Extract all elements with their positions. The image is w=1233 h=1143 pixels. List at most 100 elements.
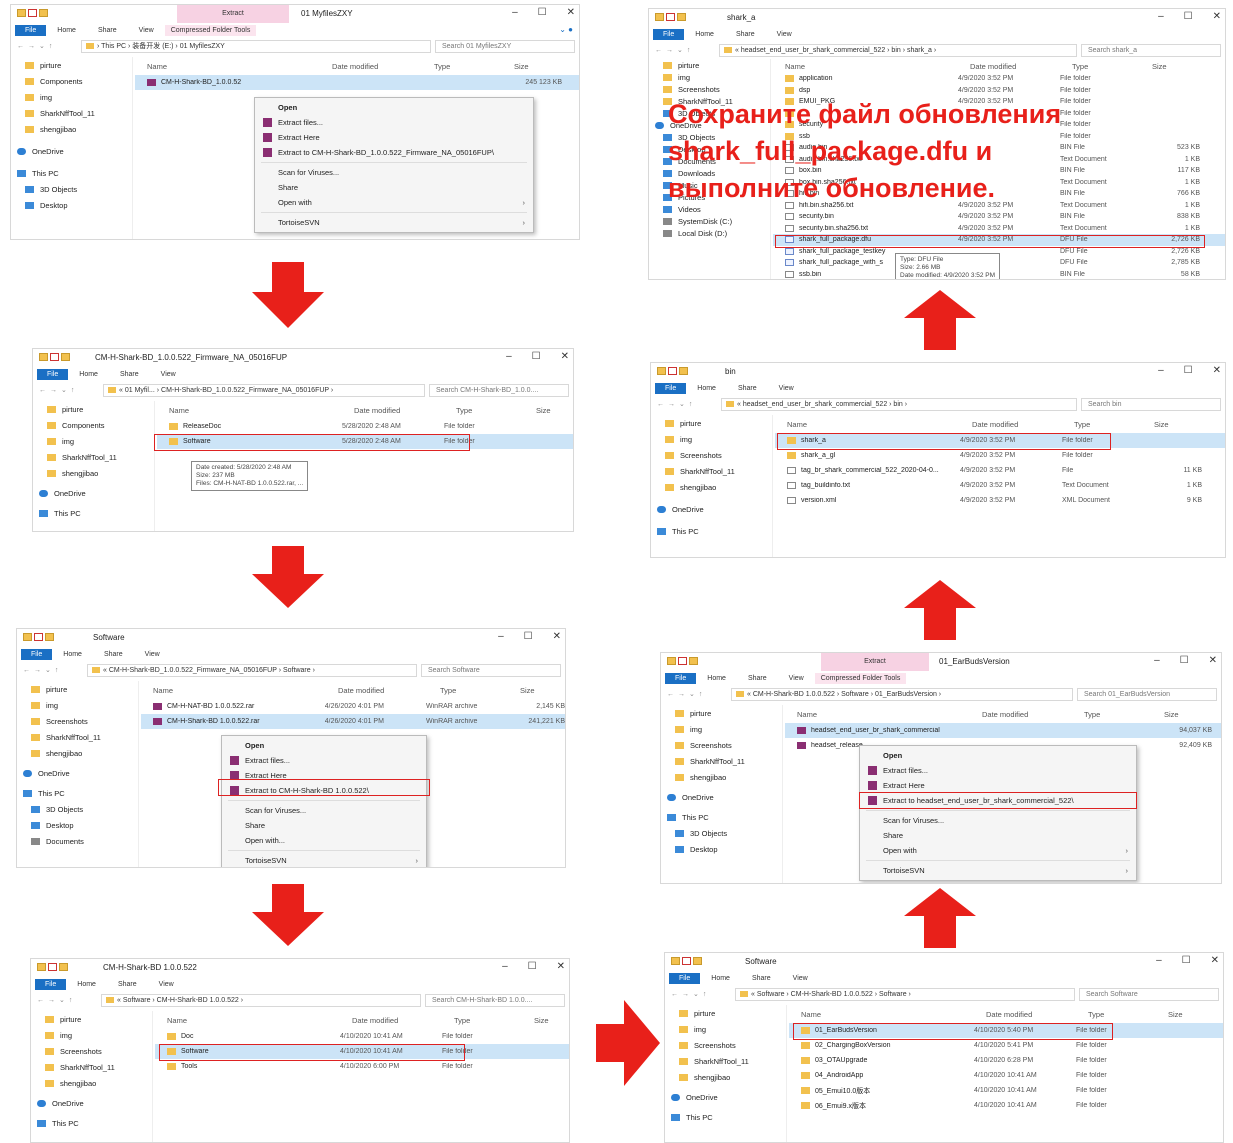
nav-arrows[interactable]: ←→⌄↑	[649, 46, 719, 54]
file-row[interactable]: shark_a 4/9/2020 3:52 PM File folder	[775, 433, 1225, 448]
file-row[interactable]: Software 4/10/2020 10:41 AM File folder	[155, 1044, 569, 1059]
address-bar[interactable]: « Software › CM-H-Shark-BD 1.0.0.522 ›	[101, 993, 421, 1007]
col-name[interactable]: Name	[789, 1010, 974, 1019]
nav-item[interactable]: Screenshots	[661, 737, 782, 753]
col-date[interactable]: Date modified	[974, 1010, 1076, 1019]
nav-item[interactable]: SharkNffTool_11	[665, 1053, 786, 1069]
view-tab[interactable]: View	[148, 981, 185, 988]
menu-extract-here[interactable]: Extract Here	[255, 130, 533, 145]
menu-extract-to[interactable]: Extract to headset_end_user_br_shark_com…	[860, 793, 1136, 808]
nav-arrows[interactable]: ←→⌄↑	[665, 990, 735, 998]
menu-open[interactable]: Open	[860, 748, 1136, 763]
maximize-icon[interactable]: ☐	[1184, 365, 1193, 376]
col-size[interactable]: Size	[1142, 420, 1169, 429]
nav-item-onedrive[interactable]: OneDrive	[33, 485, 154, 501]
file-row[interactable]: Tools 4/10/2020 6:00 PM File folder	[155, 1059, 569, 1074]
col-name[interactable]: Name	[773, 62, 958, 71]
maximize-icon[interactable]: ☐	[528, 961, 537, 972]
menu-scan[interactable]: Scan for Viruses...	[255, 165, 533, 180]
menu-extract-files[interactable]: Extract files...	[222, 753, 426, 768]
file-row[interactable]: 06_Emui9.x版本 4/10/2020 10:41 AM File folde…	[789, 1098, 1223, 1113]
col-type[interactable]: Type	[1072, 710, 1152, 719]
nav-item-thispc[interactable]: This PC	[651, 523, 772, 539]
view-tab[interactable]: View	[778, 675, 815, 682]
share-tab[interactable]: Share	[107, 981, 148, 988]
nav-item[interactable]: Screenshots	[651, 447, 772, 463]
nav-item[interactable]: img	[661, 721, 782, 737]
close-icon[interactable]: ✕	[557, 961, 565, 972]
col-name[interactable]: Name	[155, 1016, 340, 1025]
file-tab[interactable]: File	[653, 28, 685, 40]
home-tab[interactable]: Home	[66, 981, 107, 988]
nav-item-onedrive[interactable]: OneDrive	[651, 501, 772, 517]
minimize-icon[interactable]: –	[1158, 11, 1164, 22]
nav-item[interactable]: shengjibao	[11, 121, 132, 137]
nav-item-onedrive[interactable]: OneDrive	[31, 1095, 152, 1111]
nav-item[interactable]: pirture	[649, 59, 770, 71]
compressed-folder-tools-tab[interactable]: Compressed Folder Tools	[814, 672, 907, 684]
share-tab[interactable]: Share	[93, 651, 134, 658]
col-date[interactable]: Date modified	[958, 62, 1060, 71]
maximize-icon[interactable]: ☐	[1184, 11, 1193, 22]
menu-open-with[interactable]: Open with...	[222, 833, 426, 848]
menu-tortoisesvn[interactable]: TortoiseSVN ›	[860, 863, 1136, 878]
address-bar[interactable]: « headset_end_user_br_shark_commercial_5…	[719, 43, 1077, 57]
col-type[interactable]: Type	[422, 62, 502, 71]
nav-arrows[interactable]: ←→⌄↑	[661, 690, 731, 698]
col-size[interactable]: Size	[1156, 1010, 1183, 1019]
minimize-icon[interactable]: –	[1158, 365, 1164, 376]
share-tab[interactable]: Share	[727, 385, 768, 392]
nav-item-thispc[interactable]: This PC	[665, 1109, 786, 1125]
address-bar[interactable]: › This PC › 装备开发 (E:) › 01 MyfilesZXY	[81, 39, 431, 53]
nav-item[interactable]: SharkNffTool_11	[33, 449, 154, 465]
nav-item[interactable]: img	[665, 1021, 786, 1037]
col-size[interactable]: Size	[524, 406, 551, 415]
nav-item[interactable]: shengjibao	[661, 769, 782, 785]
close-icon[interactable]: ✕	[1211, 955, 1219, 966]
nav-item[interactable]: Desktop	[661, 841, 782, 857]
file-tab[interactable]: File	[35, 978, 67, 990]
col-size[interactable]: Size	[1140, 62, 1167, 71]
menu-share[interactable]: Share	[222, 818, 426, 833]
view-tab[interactable]: View	[766, 31, 803, 38]
menu-open-with[interactable]: Open with ›	[860, 843, 1136, 858]
file-row[interactable]: tag_br_shark_commercial_522_2020-04-0...…	[775, 463, 1225, 478]
nav-item[interactable]: SharkNffTool_11	[17, 729, 138, 745]
nav-item[interactable]: 3D Objects	[11, 181, 132, 197]
file-row[interactable]: 01_EarBudsVersion 4/10/2020 5:40 PM File f…	[789, 1023, 1223, 1038]
nav-item[interactable]: pirture	[17, 681, 138, 697]
home-tab[interactable]: Home	[700, 975, 741, 982]
home-tab[interactable]: Home	[68, 371, 109, 378]
search-input[interactable]: Search CM-H-Shark-BD_1.0.0....	[429, 383, 569, 397]
search-input[interactable]: Search bin	[1081, 397, 1221, 411]
file-row[interactable]: Software 5/28/2020 2:48 AM File folder	[157, 434, 573, 449]
menu-open[interactable]: Open	[255, 100, 533, 115]
col-type[interactable]: Type	[1062, 420, 1142, 429]
col-name[interactable]: Name	[141, 686, 326, 695]
address-bar[interactable]: « CM-H-Shark-BD 1.0.0.522 › Software › 0…	[731, 687, 1073, 701]
nav-item-thispc[interactable]: This PC	[661, 809, 782, 825]
minimize-icon[interactable]: –	[1156, 955, 1162, 966]
view-tab[interactable]: View	[782, 975, 819, 982]
nav-item[interactable]: Screenshots	[649, 83, 770, 95]
col-name[interactable]: Name	[775, 420, 960, 429]
nav-item[interactable]: Local Disk (D:)	[649, 227, 770, 239]
nav-item-thispc[interactable]: This PC	[17, 785, 138, 801]
menu-tortoisesvn[interactable]: TortoiseSVN ›	[222, 853, 426, 867]
menu-extract-here[interactable]: Extract Here	[222, 768, 426, 783]
nav-item[interactable]: Documents	[17, 833, 138, 849]
menu-open-with[interactable]: Open with ›	[255, 195, 533, 210]
address-bar[interactable]: « CM-H-Shark-BD_1.0.0.522_Firmware_NA_05…	[87, 663, 417, 677]
menu-share[interactable]: Share	[860, 828, 1136, 843]
share-tab[interactable]: Share	[737, 675, 778, 682]
minimize-icon[interactable]: –	[502, 961, 508, 972]
view-tab[interactable]: View	[134, 651, 171, 658]
nav-item[interactable]: Screenshots	[665, 1037, 786, 1053]
minimize-icon[interactable]: –	[506, 351, 512, 362]
close-icon[interactable]: ✕	[567, 7, 575, 18]
search-input[interactable]: Search shark_a	[1081, 43, 1221, 57]
search-input[interactable]: Search 01_EarBudsVersion	[1077, 687, 1217, 701]
nav-item-onedrive[interactable]: OneDrive	[665, 1089, 786, 1105]
file-row[interactable]: Doc 4/10/2020 10:41 AM File folder	[155, 1029, 569, 1044]
file-tab[interactable]: File	[37, 368, 69, 380]
